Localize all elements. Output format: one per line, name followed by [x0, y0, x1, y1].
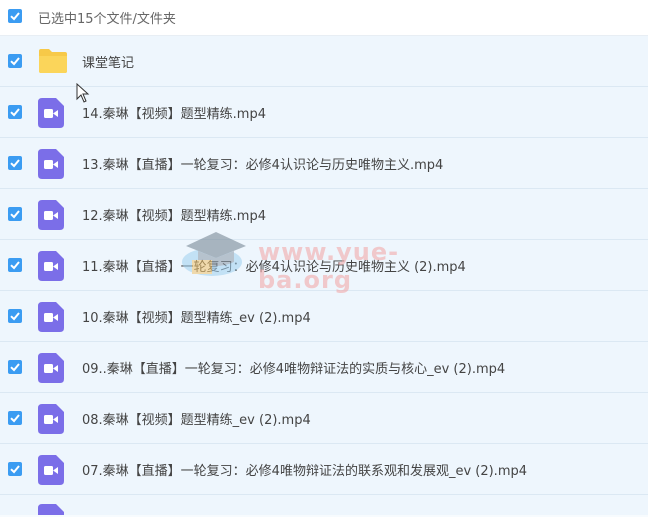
- checkmark-icon: [10, 12, 20, 21]
- file-row-video[interactable]: 12.秦琳【视频】题型精练.mp4: [0, 189, 648, 240]
- file-row-video[interactable]: 14.秦琳【视频】题型精练.mp4: [0, 87, 648, 138]
- checkmark-icon: [10, 312, 20, 321]
- selection-count-text: 已选中15个文件/文件夹: [38, 12, 176, 27]
- file-name[interactable]: 08.秦琳【视频】题型精练_ev (2).mp4: [82, 409, 311, 428]
- selection-header: 已选中15个文件/文件夹: [0, 0, 648, 36]
- file-name[interactable]: 11.秦琳【直播】一轮复习：必修4认识论与历史唯物主义 (2).mp4: [82, 256, 466, 275]
- checkmark-icon: [10, 414, 20, 423]
- video-file-icon: [38, 404, 64, 434]
- checkmark-icon: [10, 159, 20, 168]
- row-checkbox[interactable]: [8, 258, 22, 272]
- file-row-video[interactable]: 10.秦琳【视频】题型精练_ev (2).mp4: [0, 291, 648, 342]
- row-checkbox[interactable]: [8, 54, 22, 68]
- checkmark-icon: [10, 108, 20, 117]
- row-checkbox[interactable]: [8, 411, 22, 425]
- file-name[interactable]: 课堂笔记: [82, 52, 134, 71]
- file-row-folder[interactable]: 课堂笔记: [0, 36, 648, 87]
- video-file-icon: [38, 504, 64, 515]
- video-file-icon: [38, 98, 64, 128]
- folder-icon: [39, 49, 67, 73]
- file-row-video[interactable]: 09..秦琳【直播】一轮复习：必修4唯物辩证法的实质与核心_ev (2).mp4: [0, 342, 648, 393]
- video-file-icon: [38, 302, 64, 332]
- video-file-icon: [38, 455, 64, 485]
- row-checkbox[interactable]: [8, 462, 22, 476]
- file-name[interactable]: 10.秦琳【视频】题型精练_ev (2).mp4: [82, 307, 311, 326]
- checkmark-icon: [10, 57, 20, 66]
- file-name[interactable]: 07.秦琳【直播】一轮复习：必修4唯物辩证法的联系观和发展观_ev (2).mp…: [82, 460, 527, 479]
- video-file-icon: [38, 353, 64, 383]
- file-row-video[interactable]: 11.秦琳【直播】一轮复习：必修4认识论与历史唯物主义 (2).mp4: [0, 240, 648, 291]
- file-row-video[interactable]: 13.秦琳【直播】一轮复习：必修4认识论与历史唯物主义.mp4: [0, 138, 648, 189]
- file-name[interactable]: 14.秦琳【视频】题型精练.mp4: [82, 103, 266, 122]
- row-checkbox[interactable]: [8, 360, 22, 374]
- checkmark-icon: [10, 363, 20, 372]
- file-row-video[interactable]: 08.秦琳【视频】题型精练_ev (2).mp4: [0, 393, 648, 444]
- row-checkbox[interactable]: [8, 156, 22, 170]
- checkmark-icon: [10, 261, 20, 270]
- row-checkbox[interactable]: [8, 207, 22, 221]
- file-row-video[interactable]: 07.秦琳【直播】一轮复习：必修4唯物辩证法的联系观和发展观_ev (2).mp…: [0, 444, 648, 495]
- checkmark-icon: [10, 465, 20, 474]
- row-checkbox[interactable]: [8, 105, 22, 119]
- video-file-icon: [38, 251, 64, 281]
- select-all-checkbox[interactable]: [8, 9, 22, 23]
- video-file-icon: [38, 200, 64, 230]
- mouse-cursor-icon: [76, 83, 90, 103]
- file-list: 课堂笔记 14.秦琳【视频】题型精练.mp4 13.秦琳【直播】一轮复习：必修4…: [0, 36, 648, 515]
- checkmark-icon: [10, 210, 20, 219]
- video-file-icon: [38, 149, 64, 179]
- file-name[interactable]: 13.秦琳【直播】一轮复习：必修4认识论与历史唯物主义.mp4: [82, 154, 443, 173]
- file-name[interactable]: 09..秦琳【直播】一轮复习：必修4唯物辩证法的实质与核心_ev (2).mp4: [82, 358, 505, 377]
- file-row-partial[interactable]: [0, 495, 648, 515]
- file-name[interactable]: 12.秦琳【视频】题型精练.mp4: [82, 205, 266, 224]
- row-checkbox[interactable]: [8, 309, 22, 323]
